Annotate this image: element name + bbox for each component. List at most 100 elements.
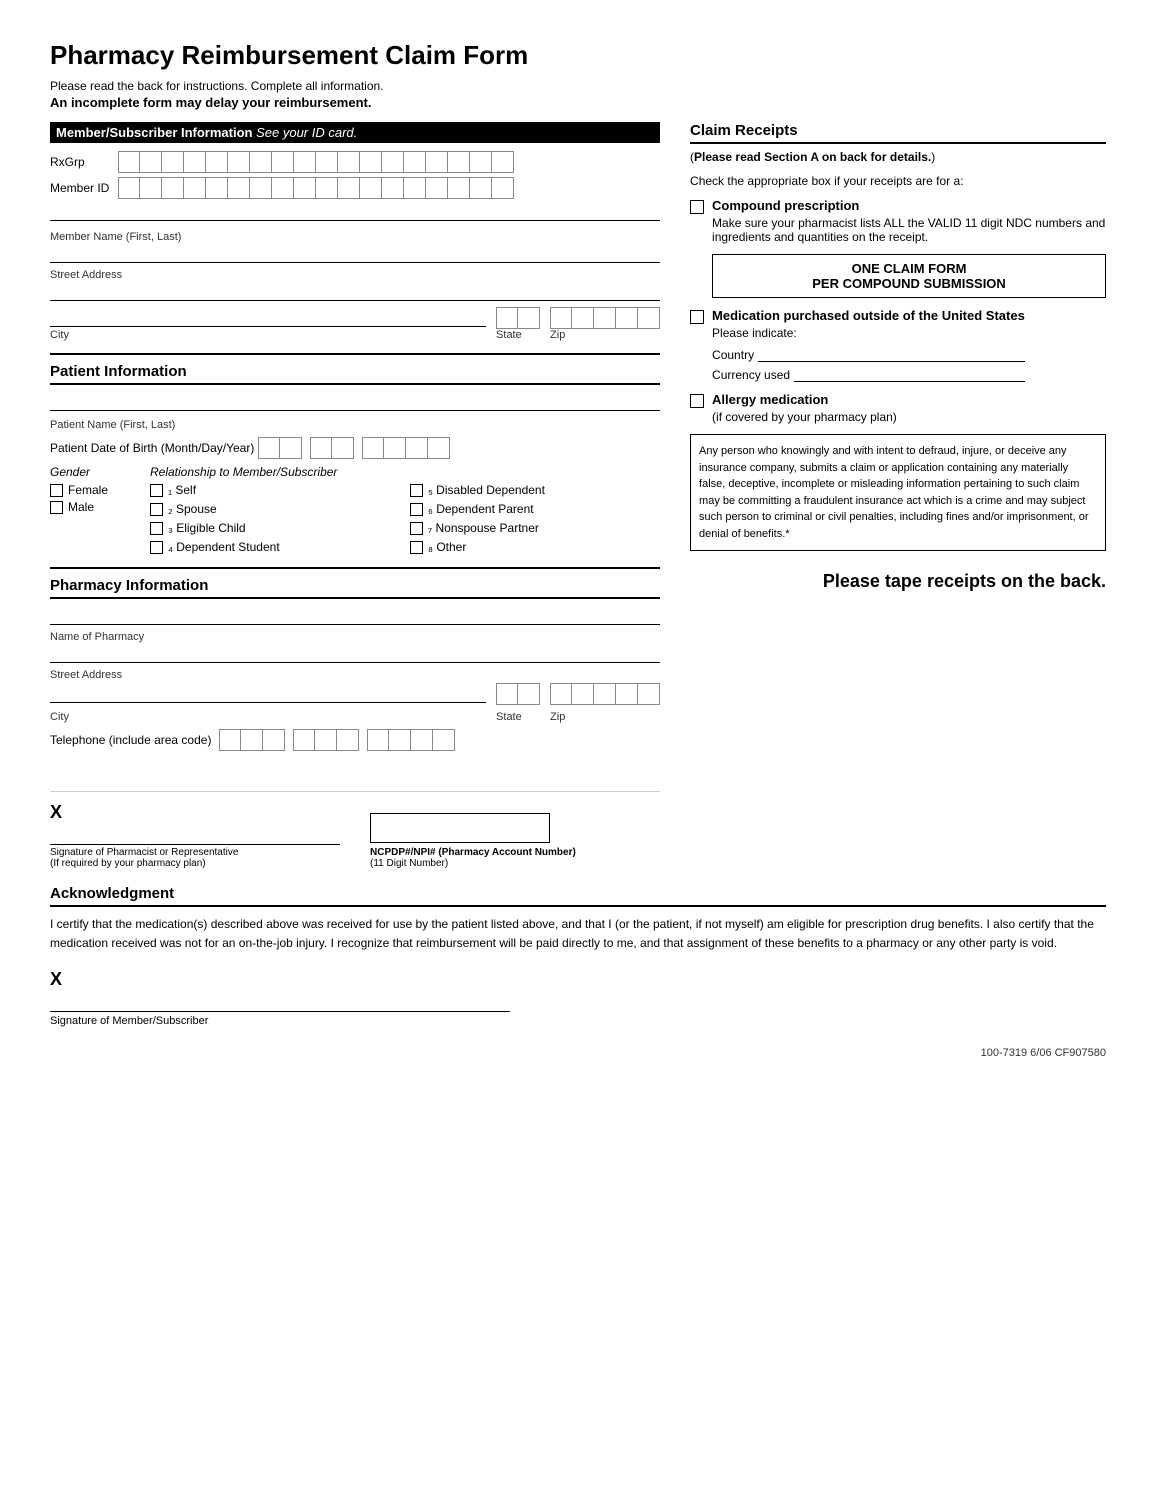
country-input[interactable] <box>758 346 1025 362</box>
ncpdp-input-box[interactable] <box>370 813 550 843</box>
member-street-input[interactable] <box>50 283 660 301</box>
rxgrp-box-3[interactable] <box>162 151 184 173</box>
patient-section-top-line[interactable] <box>50 393 660 411</box>
member-id-box-3[interactable] <box>162 177 184 199</box>
member-id-box-12[interactable] <box>360 177 382 199</box>
member-zip-box-4[interactable] <box>616 307 638 329</box>
rxgrp-box-17[interactable] <box>470 151 492 173</box>
member-id-box-7[interactable] <box>250 177 272 199</box>
rxgrp-box-15[interactable] <box>426 151 448 173</box>
rxgrp-box-12[interactable] <box>360 151 382 173</box>
pharmacist-sig-sublabel: (If required by your pharmacy plan) <box>50 858 340 869</box>
member-id-box-6[interactable] <box>228 177 250 199</box>
rxgrp-box-14[interactable] <box>404 151 426 173</box>
tel-pre-3[interactable] <box>337 729 359 751</box>
gender-male-checkbox[interactable] <box>50 501 63 514</box>
member-sig-label: Signature of Member/Subscriber <box>50 1015 1106 1027</box>
member-state-box-2[interactable] <box>518 307 540 329</box>
dob-y1[interactable] <box>362 437 384 459</box>
pharmacy-zip-box-4[interactable] <box>616 683 638 705</box>
pharmacy-state-box-1[interactable] <box>496 683 518 705</box>
rel-4-checkbox[interactable] <box>150 541 163 554</box>
member-state-box-1[interactable] <box>496 307 518 329</box>
member-id-box-15[interactable] <box>426 177 448 199</box>
pharmacy-zip-box-3[interactable] <box>594 683 616 705</box>
rxgrp-box-7[interactable] <box>250 151 272 173</box>
rxgrp-box-5[interactable] <box>206 151 228 173</box>
dob-d1[interactable] <box>310 437 332 459</box>
member-id-box-10[interactable] <box>316 177 338 199</box>
member-id-box-11[interactable] <box>338 177 360 199</box>
pharmacy-state-box-2[interactable] <box>518 683 540 705</box>
rxgrp-box-13[interactable] <box>382 151 404 173</box>
member-id-box-9[interactable] <box>294 177 316 199</box>
pharmacy-top-line[interactable] <box>50 607 660 625</box>
dob-y4[interactable] <box>428 437 450 459</box>
pharmacy-zip-boxes <box>550 683 660 705</box>
member-zip-box-5[interactable] <box>638 307 660 329</box>
rel-5-label: ₅ Disabled Dependent <box>428 483 545 497</box>
rxgrp-box-11[interactable] <box>338 151 360 173</box>
member-id-box-8[interactable] <box>272 177 294 199</box>
member-zip-box-3[interactable] <box>594 307 616 329</box>
tel-area-3[interactable] <box>263 729 285 751</box>
member-id-box-2[interactable] <box>140 177 162 199</box>
compound-checkbox[interactable] <box>690 200 704 214</box>
rel-2-checkbox[interactable] <box>150 503 163 516</box>
gender-female-checkbox[interactable] <box>50 484 63 497</box>
tel-num-4[interactable] <box>433 729 455 751</box>
pharmacy-zip-box-5[interactable] <box>638 683 660 705</box>
pharmacy-street-input[interactable] <box>50 685 486 703</box>
member-id-box-1[interactable] <box>118 177 140 199</box>
rel-8-checkbox[interactable] <box>410 541 423 554</box>
member-name-input[interactable] <box>50 245 660 263</box>
rxgrp-box-9[interactable] <box>294 151 316 173</box>
rxgrp-box-4[interactable] <box>184 151 206 173</box>
dob-m2[interactable] <box>280 437 302 459</box>
rxgrp-box-6[interactable] <box>228 151 250 173</box>
tel-area-2[interactable] <box>241 729 263 751</box>
rel-6-checkbox[interactable] <box>410 503 423 516</box>
pharmacy-divider <box>50 567 660 569</box>
member-zip-box-1[interactable] <box>550 307 572 329</box>
rxgrp-box-2[interactable] <box>140 151 162 173</box>
member-sig-line[interactable] <box>50 992 510 1012</box>
rxgrp-box-8[interactable] <box>272 151 294 173</box>
rel-5-checkbox[interactable] <box>410 484 423 497</box>
member-id-input-line[interactable] <box>50 203 660 221</box>
allergy-checkbox[interactable] <box>690 394 704 408</box>
member-id-box-5[interactable] <box>206 177 228 199</box>
dob-y3[interactable] <box>406 437 428 459</box>
dob-y2[interactable] <box>384 437 406 459</box>
member-city-input[interactable] <box>50 309 486 327</box>
rxgrp-box-10[interactable] <box>316 151 338 173</box>
rxgrp-box-16[interactable] <box>448 151 470 173</box>
member-zip-box-2[interactable] <box>572 307 594 329</box>
member-id-box-14[interactable] <box>404 177 426 199</box>
dob-d2[interactable] <box>332 437 354 459</box>
member-id-box-18[interactable] <box>492 177 514 199</box>
rxgrp-box-18[interactable] <box>492 151 514 173</box>
tel-num-2[interactable] <box>389 729 411 751</box>
tel-pre-2[interactable] <box>315 729 337 751</box>
pharmacy-name-input[interactable] <box>50 645 660 663</box>
tel-num-1[interactable] <box>367 729 389 751</box>
rel-3-checkbox[interactable] <box>150 522 163 535</box>
medication-outside-checkbox[interactable] <box>690 310 704 324</box>
rxgrp-box-1[interactable] <box>118 151 140 173</box>
member-id-box-17[interactable] <box>470 177 492 199</box>
gender-female: Female <box>50 483 130 497</box>
rel-7-checkbox[interactable] <box>410 522 423 535</box>
dob-m1[interactable] <box>258 437 280 459</box>
member-id-box-16[interactable] <box>448 177 470 199</box>
currency-input[interactable] <box>794 366 1025 382</box>
pharmacist-sig-line[interactable] <box>50 825 340 845</box>
member-id-box-13[interactable] <box>382 177 404 199</box>
pharmacy-zip-box-1[interactable] <box>550 683 572 705</box>
tel-num-3[interactable] <box>411 729 433 751</box>
tel-pre-1[interactable] <box>293 729 315 751</box>
rel-1-checkbox[interactable] <box>150 484 163 497</box>
pharmacy-zip-box-2[interactable] <box>572 683 594 705</box>
tel-area-1[interactable] <box>219 729 241 751</box>
member-id-box-4[interactable] <box>184 177 206 199</box>
